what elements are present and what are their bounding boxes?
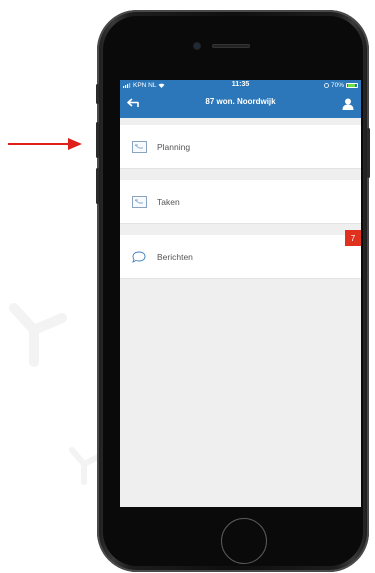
- volume-down-button: [96, 168, 99, 204]
- app-header: KPN NL 11:35 70% 87 won. Noordwijk: [120, 80, 361, 118]
- battery-level-fill: [348, 84, 355, 87]
- mute-switch: [96, 84, 99, 104]
- home-button[interactable]: [221, 518, 267, 564]
- nav-row: 87 won. Noordwijk: [120, 93, 361, 115]
- menu-item-taken[interactable]: Taken: [120, 180, 361, 224]
- calendar-card-icon: [131, 140, 147, 154]
- earpiece-speaker: [212, 44, 250, 48]
- pointer-arrow: [8, 138, 82, 150]
- header-title: 87 won. Noordwijk: [205, 97, 276, 106]
- back-button[interactable]: [124, 95, 142, 111]
- menu-item-label: Planning: [157, 141, 191, 152]
- battery-percent: 70%: [330, 82, 344, 89]
- back-arrow-icon: [127, 98, 139, 107]
- profile-button[interactable]: [339, 95, 357, 113]
- menu-item-planning[interactable]: Planning: [120, 125, 361, 169]
- battery-icon: [346, 83, 358, 88]
- calendar-card-icon: [131, 195, 147, 209]
- app-screen: KPN NL 11:35 70% 87 won. Noordwijk Plann…: [120, 80, 361, 507]
- chat-bubble-icon: [131, 250, 147, 264]
- unread-badge: 7: [345, 230, 361, 246]
- menu-item-label: Berichten: [157, 251, 193, 262]
- power-button: [367, 128, 370, 178]
- menu-item-berichten[interactable]: Berichten 7: [120, 230, 361, 279]
- status-battery-group: 70%: [324, 82, 358, 89]
- location-icon: [324, 83, 329, 88]
- front-camera: [194, 43, 200, 49]
- user-icon: [342, 98, 354, 110]
- menu-item-label: Taken: [157, 196, 180, 207]
- watermark-logo: [9, 303, 67, 367]
- status-bar: KPN NL 11:35 70%: [120, 80, 361, 92]
- volume-up-button: [96, 122, 99, 158]
